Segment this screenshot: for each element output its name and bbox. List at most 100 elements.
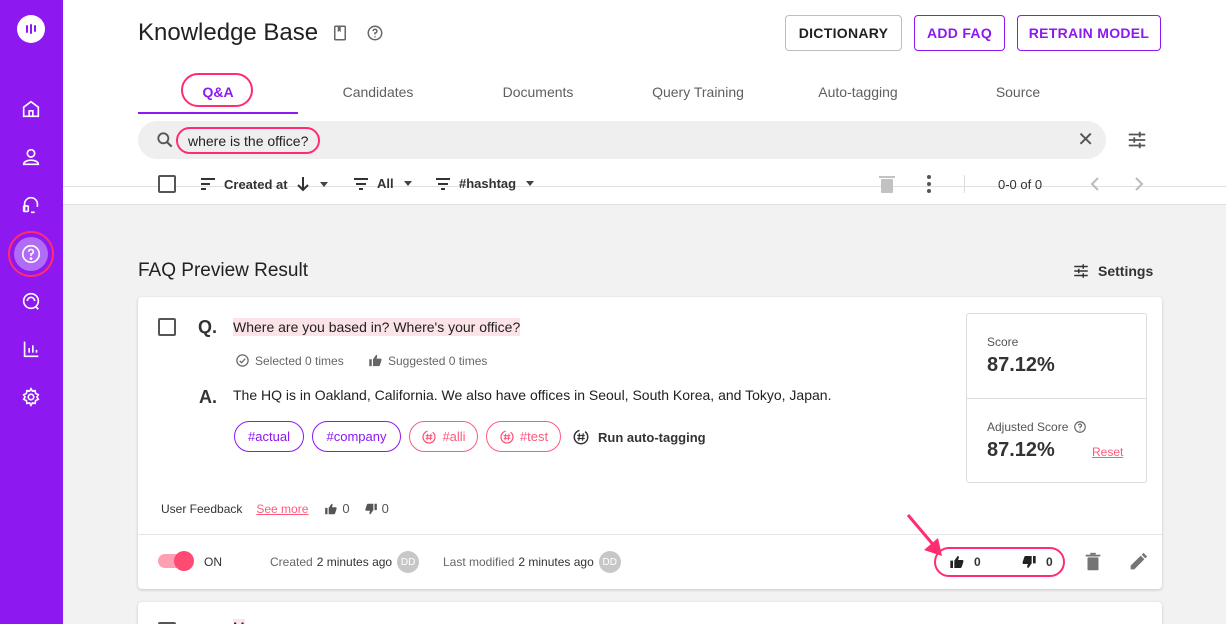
chevron-down-icon: [319, 181, 328, 187]
adjusted-score-value: 87.12%: [987, 439, 1055, 461]
sort-dropdown[interactable]: Created at: [200, 176, 328, 192]
book-icon[interactable]: [331, 24, 349, 42]
filter-settings-icon[interactable]: [1126, 129, 1148, 151]
auto-tag-icon: [573, 429, 589, 445]
faq-question: Where are you based in? Where's your off…: [233, 318, 521, 336]
hashtag-ai-icon: [422, 429, 437, 444]
tab-documents[interactable]: Documents: [458, 70, 618, 114]
app-logo-icon[interactable]: [17, 15, 45, 43]
chevron-left-icon[interactable]: [1089, 176, 1101, 192]
adjusted-score-label: Adjusted Score: [987, 420, 1087, 434]
thumb-down-icon: [364, 503, 377, 514]
hashtag-label: #hashtag: [459, 176, 517, 191]
sort-label: Created at: [224, 176, 288, 192]
clear-icon[interactable]: ✕: [1077, 130, 1094, 150]
faq-card-next: M: [138, 602, 1162, 624]
answer-marker: A.: [199, 387, 217, 407]
reset-link[interactable]: Reset: [1092, 445, 1123, 459]
filter-dropdown[interactable]: All: [353, 176, 412, 191]
run-auto-tagging-button[interactable]: Run auto-tagging: [572, 428, 706, 446]
filter-icon: [354, 177, 368, 190]
score-label: Score: [987, 335, 1019, 349]
tab-auto-tagging[interactable]: Auto-tagging: [778, 70, 938, 114]
header: Knowledge Base DICTIONARY ADD FAQ RETRAI…: [63, 0, 1226, 205]
score-divider: [967, 398, 1146, 399]
toggle-label: ON: [204, 555, 222, 569]
delete-icon[interactable]: [1082, 551, 1104, 573]
tab-query-training[interactable]: Query Training: [618, 70, 778, 114]
analytics-icon[interactable]: [16, 334, 46, 364]
settings-label: Settings: [1098, 263, 1154, 279]
page-title: Knowledge Base: [138, 19, 319, 46]
avatar: DD: [598, 551, 621, 573]
hashtag-dropdown[interactable]: #hashtag: [435, 176, 535, 191]
add-faq-button[interactable]: ADD FAQ: [914, 15, 1005, 51]
delete-icon[interactable]: [878, 174, 896, 194]
downvote-button[interactable]: 0: [1020, 554, 1053, 570]
tag-chip[interactable]: #actual: [234, 421, 304, 452]
tab-highlight: [181, 73, 253, 107]
faq-answer: The HQ is in Oakland, California. We als…: [233, 387, 832, 403]
question-marker: Q.: [198, 317, 218, 337]
chevron-right-icon[interactable]: [1133, 176, 1145, 192]
filter-label: All: [377, 176, 394, 191]
thumb-up-icon: [369, 354, 382, 367]
section-title: FAQ Preview Result: [138, 260, 308, 281]
search-input[interactable]: where is the office?: [176, 127, 321, 154]
vote-buttons: 0 0: [934, 547, 1065, 577]
avatar: DD: [397, 551, 420, 573]
selected-count: Selected 0 times: [235, 353, 344, 368]
search-icon: [157, 132, 173, 148]
feedback-label: User Feedback: [161, 501, 243, 516]
tune-icon: [1074, 264, 1088, 278]
annotation-arrow-icon: [906, 514, 942, 556]
chevron-down-icon: [526, 181, 535, 186]
thumb-up-icon: [950, 556, 964, 568]
tab-candidates[interactable]: Candidates: [298, 70, 458, 114]
score-value: 87.12%: [987, 354, 1055, 376]
hashtag-ai-icon: [500, 429, 514, 444]
search-bar[interactable]: where is the office? ✕: [138, 121, 1106, 159]
search-chat-icon[interactable]: [16, 286, 46, 316]
modified-info: Last modified 2 minutes ago DD: [443, 551, 621, 573]
settings-button[interactable]: Settings: [1072, 262, 1153, 280]
knowledge-base-nav-active[interactable]: [8, 231, 54, 277]
chat-icon[interactable]: [16, 190, 46, 220]
more-icon[interactable]: [925, 174, 933, 194]
user-icon[interactable]: [16, 142, 46, 172]
card-footer-divider: [138, 534, 1162, 535]
faq-question-partial: M: [233, 619, 245, 624]
pagination-label: 0-0 of 0: [998, 177, 1043, 192]
home-icon[interactable]: [16, 94, 46, 124]
feedback-down: 0: [364, 501, 389, 516]
retrain-model-button[interactable]: RETRAIN MODEL: [1017, 15, 1161, 51]
faq-card: Q. Where are you based in? Where's your …: [138, 297, 1162, 589]
filter-icon: [436, 177, 450, 190]
help-icon[interactable]: [366, 24, 384, 42]
sidebar: [0, 0, 63, 624]
chevron-down-icon: [403, 181, 412, 186]
user-feedback: User Feedback See more 0 0: [161, 501, 389, 516]
tag-chip-suggested[interactable]: #alli: [409, 421, 478, 452]
settings-gear-icon[interactable]: [16, 382, 46, 412]
select-all-checkbox[interactable]: [158, 175, 176, 193]
active-toggle[interactable]: [158, 551, 194, 571]
sort-icon: [201, 178, 215, 190]
edit-icon[interactable]: [1127, 551, 1149, 573]
dictionary-button[interactable]: DICTIONARY: [785, 15, 902, 51]
arrow-down-icon: [296, 177, 309, 192]
tab-active-indicator: [138, 112, 298, 114]
toolbar-divider: [964, 175, 965, 193]
tab-bar: Q&A Candidates Documents Query Training …: [63, 70, 1226, 187]
score-panel: Score 87.12% Adjusted Score 87.12% Reset: [966, 313, 1147, 483]
tag-chip-suggested[interactable]: #test: [486, 421, 561, 452]
list-toolbar: Created at All #hashtag 0-0 of 0: [138, 170, 1158, 198]
check-circle-icon: [236, 354, 249, 367]
tab-source[interactable]: Source: [938, 70, 1098, 114]
created-info: Created 2 minutes ago DD: [270, 551, 420, 573]
tag-chip[interactable]: #company: [312, 421, 401, 452]
see-more-link[interactable]: See more: [256, 502, 308, 516]
help-icon[interactable]: [1073, 420, 1087, 434]
upvote-button[interactable]: 0: [948, 554, 981, 570]
faq-checkbox[interactable]: [158, 318, 176, 336]
